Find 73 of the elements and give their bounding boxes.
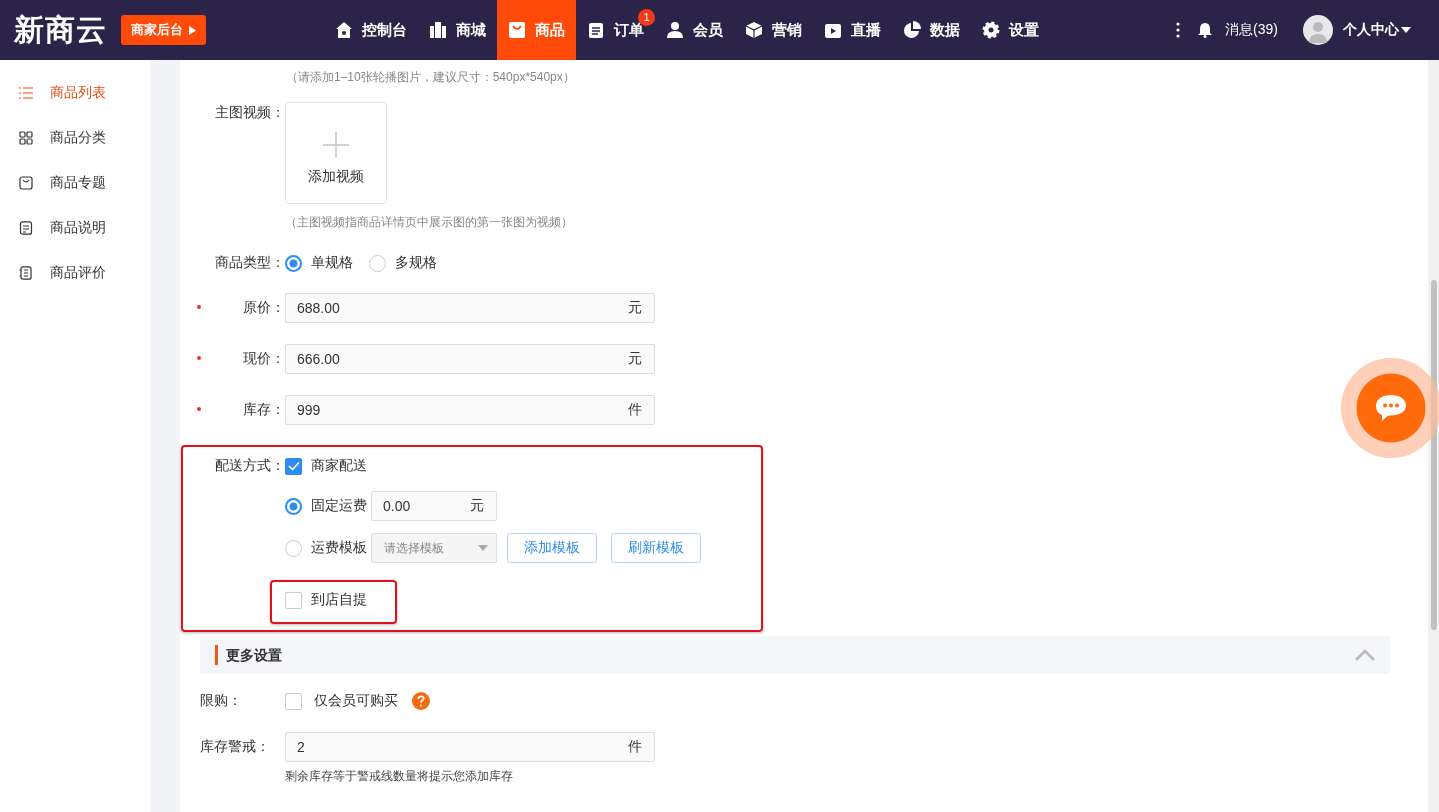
nav-tab[interactable]: 控制台 [324, 0, 418, 60]
radio-option[interactable]: 多规格 [369, 254, 437, 272]
messages-link[interactable]: 消息(39) [1225, 21, 1278, 39]
sidebar-item[interactable]: 商品专题 [0, 160, 150, 205]
caret-icon [189, 25, 196, 35]
checkbox[interactable] [285, 591, 302, 609]
hint-text: 剩余库存等于警戒线数量将提示您添加库存 [285, 768, 514, 785]
note-icon [19, 265, 33, 280]
nav-tab[interactable]: 直播 [813, 0, 892, 60]
cube-icon [745, 21, 763, 39]
field-label: 限购： [200, 692, 243, 710]
radio[interactable] [285, 254, 302, 272]
logo[interactable]: 新商云 [14, 9, 107, 51]
sidebar-item[interactable]: 商品列表 [0, 70, 150, 115]
section-title: 更多设置 [215, 645, 282, 665]
hint-text: （请添加1–10张轮播图片，建议尺寸：540px*540px） [286, 69, 576, 86]
nav-tab[interactable]: 会员 [655, 0, 734, 60]
avatar[interactable] [1303, 15, 1333, 45]
nav-tab[interactable]: 设置 [971, 0, 1050, 60]
field-label: 原价： [200, 299, 285, 317]
input-field[interactable]: 666.00 元 [285, 344, 655, 374]
sidebar-item[interactable]: 商品评价 [0, 250, 150, 295]
checkbox[interactable] [285, 692, 302, 710]
field-label: 主图视频： [214, 104, 285, 122]
input-field[interactable]: 688.00 元 [285, 293, 655, 323]
scrollbar[interactable] [1428, 60, 1439, 812]
field-label: 库存警戒： [200, 738, 271, 756]
field-label: 商品类型： [214, 254, 285, 272]
user-center-menu[interactable]: 个人中心 [1343, 21, 1411, 39]
video-upload-box[interactable]: 添加视频 [285, 102, 387, 204]
template-button[interactable]: 刷新模板 [611, 533, 701, 563]
input-field[interactable]: 0.00 元 [371, 491, 497, 521]
template-button[interactable]: 添加模板 [507, 533, 597, 563]
field-label: 现价： [200, 350, 285, 368]
building-icon [429, 21, 447, 39]
plus-icon [323, 132, 349, 158]
hint-text: （主图视频指商品详情页中展示图的第一张图为视频） [285, 214, 573, 231]
home-icon [335, 21, 353, 39]
radio-option[interactable]: 固定运费 [285, 497, 367, 515]
radio-option[interactable]: 运费模板 [285, 539, 367, 557]
input-field[interactable]: 999 件 [285, 395, 655, 425]
nav-tab[interactable]: 营销 [734, 0, 813, 60]
more-icon[interactable] [1176, 22, 1181, 38]
checkbox[interactable] [285, 457, 302, 475]
caret-icon [478, 545, 488, 551]
nav-tab[interactable]: 商城 [418, 0, 497, 60]
bag-icon [19, 175, 33, 190]
nav-tab[interactable]: 数据 [892, 0, 971, 60]
radio[interactable] [285, 497, 302, 515]
user-icon [666, 21, 684, 39]
pie-icon [903, 21, 921, 39]
chat-bubble-icon [1375, 394, 1407, 422]
radio-option[interactable]: 单规格 [285, 254, 353, 272]
checkbox-option[interactable]: 商家配送 [285, 457, 367, 475]
section-header[interactable]: 更多设置 [200, 636, 1390, 674]
sidebar-item[interactable]: 商品说明 [0, 205, 150, 250]
chevron-icon[interactable] [1355, 649, 1375, 661]
bag-icon [508, 21, 526, 39]
gear-icon [982, 21, 1000, 39]
help-icon[interactable] [412, 692, 430, 710]
caret-icon [1401, 27, 1411, 33]
list-icon [19, 85, 33, 100]
clipboard-icon [587, 21, 605, 39]
grid-icon [19, 130, 33, 145]
checkbox-option[interactable]: 仅会员可购买 [285, 692, 398, 710]
checkbox-option[interactable]: 到店自提 [285, 591, 367, 609]
field-label: 库存： [200, 401, 285, 419]
doc-icon [19, 220, 33, 235]
bell-icon[interactable] [1197, 22, 1214, 38]
input-field[interactable]: 2 件 [285, 732, 655, 762]
tv-icon [824, 21, 842, 39]
field-label: 配送方式： [214, 457, 285, 475]
sidebar-item[interactable]: 商品分类 [0, 115, 150, 160]
